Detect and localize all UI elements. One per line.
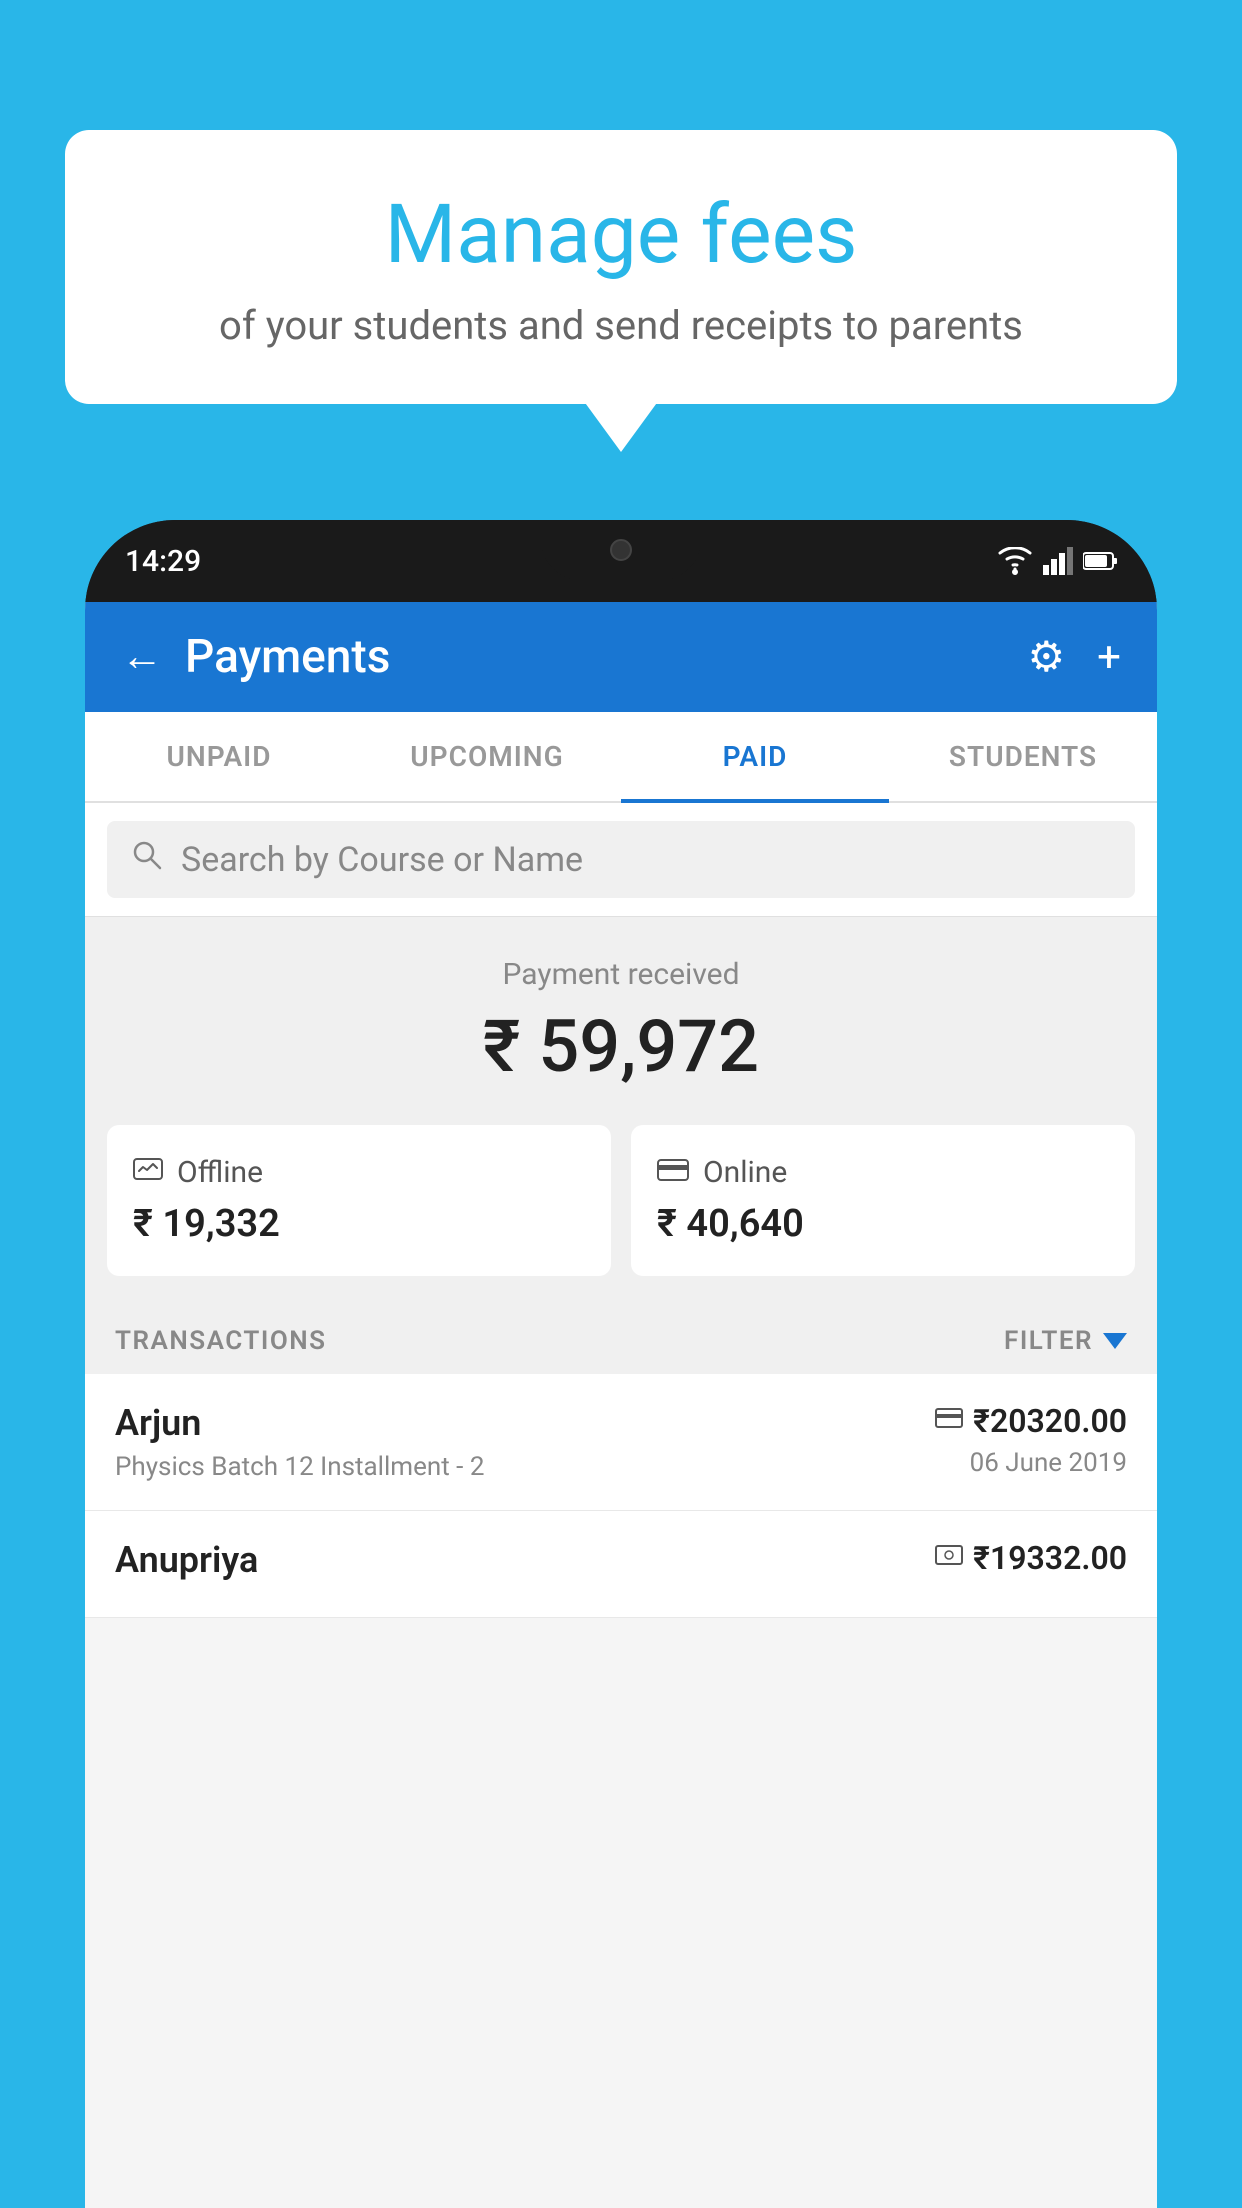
amount-row: ₹19332.00 [935, 1539, 1127, 1577]
payment-cards: Offline ₹ 19,332 Online ₹ 40,640 [85, 1125, 1157, 1298]
battery-icon [1083, 551, 1117, 571]
transaction-row[interactable]: Arjun Physics Batch 12 Installment - 2 ₹… [85, 1374, 1157, 1511]
settings-icon[interactable]: ⚙ [1028, 632, 1066, 682]
transaction-row[interactable]: Anupriya ₹19332.00 [85, 1511, 1157, 1618]
transaction-right: ₹19332.00 [935, 1539, 1127, 1585]
online-amount: ₹ 40,640 [657, 1202, 1109, 1246]
status-bar: 14:29 [85, 520, 1157, 602]
offline-label: Offline [177, 1155, 263, 1190]
transaction-amount: ₹19332.00 [973, 1539, 1127, 1577]
header-right: ⚙ + [1028, 632, 1122, 682]
search-icon [131, 839, 163, 880]
payment-amount-large: ₹ 59,972 [115, 1004, 1127, 1089]
online-label: Online [703, 1155, 787, 1190]
tab-students[interactable]: STUDENTS [889, 712, 1157, 801]
wifi-icon [997, 547, 1033, 575]
online-icon [657, 1156, 689, 1189]
manage-fees-title: Manage fees [115, 190, 1127, 280]
transactions-header: TRANSACTIONS FILTER [85, 1298, 1157, 1374]
phone-frame: 14:29 [85, 520, 1157, 2208]
speech-bubble-container: Manage fees of your students and send re… [65, 130, 1177, 404]
transaction-amount: ₹20320.00 [973, 1402, 1127, 1440]
status-time: 14:29 [125, 544, 201, 579]
course-info: Physics Batch 12 Installment - 2 [115, 1452, 484, 1482]
tabs-bar: UNPAID UPCOMING PAID STUDENTS [85, 712, 1157, 803]
tab-paid[interactable]: PAID [621, 712, 889, 801]
tab-unpaid[interactable]: UNPAID [85, 712, 353, 801]
amount-row: ₹20320.00 [935, 1402, 1127, 1440]
transaction-list: Arjun Physics Batch 12 Installment - 2 ₹… [85, 1374, 1157, 1618]
payment-received-section: Payment received ₹ 59,972 [85, 917, 1157, 1125]
back-button[interactable]: ← [121, 636, 163, 678]
manage-fees-subtitle: of your students and send receipts to pa… [115, 302, 1127, 349]
tab-upcoming[interactable]: UPCOMING [353, 712, 621, 801]
online-payment-card: Online ₹ 40,640 [631, 1125, 1135, 1276]
transactions-label: TRANSACTIONS [115, 1326, 327, 1356]
search-bar[interactable]: Search by Course or Name [107, 821, 1135, 898]
filter-button[interactable]: FILTER [1004, 1326, 1127, 1356]
offline-card-top: Offline [133, 1155, 585, 1190]
add-button[interactable]: + [1097, 633, 1121, 682]
header-left: ← Payments [121, 630, 390, 684]
filter-triangle-icon [1103, 1333, 1127, 1349]
app-screen: ← Payments ⚙ + UNPAID UPCOMING PAID STUD… [85, 602, 1157, 2208]
payment-received-label: Payment received [115, 957, 1127, 992]
phone-notch [541, 520, 701, 580]
search-placeholder: Search by Course or Name [181, 840, 583, 880]
cash-icon [935, 1543, 963, 1574]
status-icons [997, 547, 1117, 575]
app-header: ← Payments ⚙ + [85, 602, 1157, 712]
offline-payment-card: Offline ₹ 19,332 [107, 1125, 611, 1276]
search-bar-wrap: Search by Course or Name [85, 803, 1157, 917]
signal-icon [1043, 547, 1073, 575]
online-card-top: Online [657, 1155, 1109, 1190]
offline-amount: ₹ 19,332 [133, 1202, 585, 1246]
transaction-left: Anupriya [115, 1539, 258, 1589]
card-icon [935, 1406, 963, 1436]
speech-bubble: Manage fees of your students and send re… [65, 130, 1177, 404]
student-name: Anupriya [115, 1539, 258, 1581]
header-title: Payments [185, 630, 390, 684]
phone-camera [610, 539, 632, 561]
transaction-date: 06 June 2019 [935, 1448, 1127, 1478]
transaction-right: ₹20320.00 06 June 2019 [935, 1402, 1127, 1478]
transaction-left: Arjun Physics Batch 12 Installment - 2 [115, 1402, 484, 1482]
student-name: Arjun [115, 1402, 484, 1444]
offline-icon [133, 1156, 163, 1189]
